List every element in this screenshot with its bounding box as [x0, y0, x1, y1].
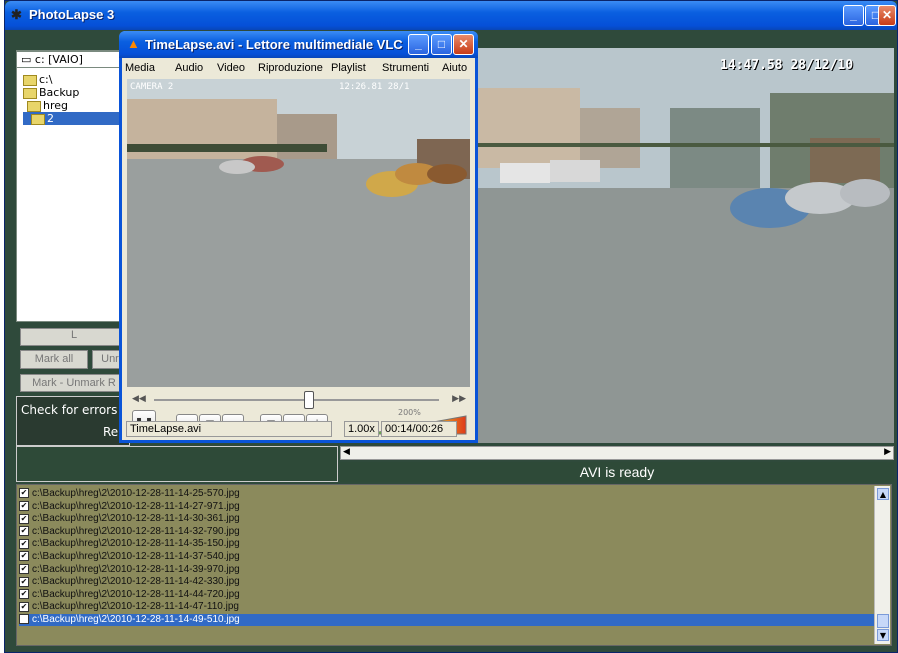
file-checkbox[interactable]: ✔ [19, 500, 29, 511]
drive-icon: ▭ [21, 53, 35, 66]
file-path: c:\Backup\hreg\2\2010-12-28-11-14-39-970… [32, 563, 240, 575]
folder-open-icon [31, 113, 45, 125]
menu-media[interactable]: Media [125, 62, 155, 74]
slower-icon[interactable]: ◀◀ [132, 394, 146, 404]
tree-item-hreg[interactable]: hreg [27, 99, 68, 112]
preview-scene [470, 48, 894, 443]
menu-riproduzione[interactable]: Riproduzione [258, 62, 323, 74]
vlc-speed[interactable]: 1.00x [344, 421, 379, 437]
file-list-item[interactable]: ✔ c:\Backup\hreg\2\2010-12-28-11-14-39-97… [19, 564, 240, 576]
file-checkbox[interactable]: ✔ [19, 589, 29, 600]
minimize-button[interactable]: _ [843, 5, 864, 26]
tree-item-backup[interactable]: Backup [23, 86, 79, 99]
vlc-status-bar: TimeLapse.avi 1.00x 00:14/00:26 [126, 421, 473, 438]
file-path: c:\Backup\hreg\2\2010-12-28-11-14-49-510… [32, 614, 240, 625]
file-path: c:\Backup\hreg\2\2010-12-28-11-14-30-361… [32, 513, 240, 525]
tree-item-root[interactable]: c:\ [23, 73, 52, 86]
seek-handle[interactable] [303, 391, 314, 409]
close-button[interactable]: ✕ [878, 5, 896, 26]
file-path: c:\Backup\hreg\2\2010-12-28-11-14-37-540… [32, 551, 240, 562]
mark-all-button[interactable]: Mark all [20, 350, 88, 369]
file-path: c:\Backup\hreg\2\2010-12-28-11-14-42-330… [32, 576, 240, 588]
menu-aiuto[interactable]: Aiuto [442, 62, 467, 74]
faster-icon[interactable]: ▶▶ [452, 394, 466, 404]
file-list-item[interactable]: ✔ c:\Backup\hreg\2\2010-12-28-11-14-49-51… [19, 614, 877, 626]
menu-audio[interactable]: Audio [175, 62, 203, 74]
file-list-item[interactable]: ✔ c:\Backup\hreg\2\2010-12-28-11-14-37-54… [19, 551, 240, 563]
vlc-minimize-button[interactable]: _ [408, 34, 429, 55]
file-checkbox[interactable]: ✔ [19, 576, 29, 587]
scroll-up-icon[interactable]: ▲ [877, 488, 889, 500]
vlc-overlay-time: 12:26.81 28/1 [339, 82, 410, 92]
file-list[interactable]: ✔ c:\Backup\hreg\2\2010-12-28-11-14-25-57… [16, 484, 892, 646]
file-list-item[interactable]: ✔ c:\Backup\hreg\2\2010-12-28-11-14-35-15… [19, 538, 240, 550]
seek-track[interactable] [154, 399, 439, 401]
scroll-right-icon[interactable]: ▶ [884, 447, 891, 457]
file-checkbox[interactable]: ✔ [19, 526, 29, 537]
file-checkbox[interactable]: ✔ [19, 563, 29, 574]
file-list-item[interactable]: ✔ c:\Backup\hreg\2\2010-12-28-11-14-32-79… [19, 526, 240, 538]
file-path: c:\Backup\hreg\2\2010-12-28-11-14-47-110… [32, 601, 239, 613]
photolapse-title-bar[interactable]: ✱ PhotoLapse 3 _ □ ✕ [5, 1, 897, 30]
folder-icon [23, 74, 37, 86]
load-button[interactable]: L [20, 328, 128, 346]
file-list-item[interactable]: ✔ c:\Backup\hreg\2\2010-12-28-11-14-27-97… [19, 501, 240, 513]
volume-label: 200% [398, 408, 421, 417]
re-label: Re [103, 425, 119, 439]
preview-video: 14:47.58 28/12/10 [470, 48, 894, 443]
file-checkbox[interactable]: ✔ [19, 551, 29, 562]
check-errors-label: Check for errors v [21, 403, 129, 417]
file-path: c:\Backup\hreg\2\2010-12-28-11-14-27-971… [32, 500, 240, 512]
status-text: AVI is ready [340, 462, 894, 482]
vlc-window: ▲ TimeLapse.avi - Lettore multimediale V… [119, 31, 478, 443]
file-checkbox[interactable]: ✔ [19, 538, 29, 549]
file-path: c:\Backup\hreg\2\2010-12-28-11-14-44-720… [32, 588, 240, 600]
menu-strumenti[interactable]: Strumenti [382, 62, 429, 74]
scroll-thumb[interactable] [877, 614, 889, 628]
vlc-menu-bar: Media Audio Video Riproduzione Playlist … [122, 58, 475, 77]
vlc-title: TimeLapse.avi - Lettore multimediale VLC [145, 37, 403, 52]
photolapse-title: PhotoLapse 3 [29, 7, 115, 22]
preview-timestamp: 14:47.58 28/12/10 [720, 58, 854, 73]
folder-icon [23, 87, 37, 99]
file-list-item[interactable]: ✔ c:\Backup\hreg\2\2010-12-28-11-14-47-11… [19, 601, 239, 613]
vlc-filename: TimeLapse.avi [126, 421, 332, 437]
check-errors-box: Check for errors v Re [16, 396, 130, 446]
vlc-title-bar[interactable]: ▲ TimeLapse.avi - Lettore multimediale V… [119, 31, 478, 58]
mark-unmark-button[interactable]: Mark - Unmark R [20, 374, 128, 392]
file-checkbox[interactable]: ✔ [19, 601, 29, 612]
vlc-video-area[interactable]: CAMERA 2 12:26.81 28/1 [127, 79, 470, 387]
folder-tree[interactable]: c:\ Backup hreg 2 [16, 50, 137, 322]
horizontal-scrollbar[interactable]: ◀ ▶ [340, 446, 894, 460]
vlc-overlay-camera: CAMERA 2 [130, 82, 174, 92]
file-list-item[interactable]: ✔ c:\Backup\hreg\2\2010-12-28-11-14-25-57… [19, 488, 240, 500]
file-list-item[interactable]: ✔ c:\Backup\hreg\2\2010-12-28-11-14-42-33… [19, 576, 240, 588]
file-path: c:\Backup\hreg\2\2010-12-28-11-14-32-790… [32, 525, 240, 537]
menu-playlist[interactable]: Playlist [331, 62, 366, 74]
vlc-cone-icon: ▲ [127, 36, 140, 51]
vlc-maximize-button[interactable]: □ [431, 34, 452, 55]
photolapse-app-icon: ✱ [11, 7, 22, 22]
folder-icon [27, 100, 41, 112]
vertical-scrollbar[interactable]: ▲ ▼ [874, 486, 890, 644]
file-list-item[interactable]: ✔ c:\Backup\hreg\2\2010-12-28-11-14-44-72… [19, 589, 240, 601]
file-list-item[interactable]: ✔ c:\Backup\hreg\2\2010-12-28-11-14-30-36… [19, 513, 240, 525]
file-path: c:\Backup\hreg\2\2010-12-28-11-14-25-570… [32, 488, 240, 499]
drive-select[interactable]: ▭ c: [VAIO] [16, 51, 130, 68]
file-checkbox[interactable]: ✔ [19, 614, 29, 625]
scroll-down-icon[interactable]: ▼ [877, 629, 889, 641]
vlc-time[interactable]: 00:14/00:26 [381, 421, 457, 437]
output-box [16, 446, 338, 482]
scroll-left-icon[interactable]: ◀ [343, 447, 350, 457]
vlc-scene [127, 79, 470, 387]
menu-video[interactable]: Video [217, 62, 245, 74]
vlc-close-button[interactable]: ✕ [453, 34, 474, 55]
vlc-seek-bar[interactable]: ◀◀ ▶▶ [130, 391, 470, 409]
file-checkbox[interactable]: ✔ [19, 488, 29, 499]
file-path: c:\Backup\hreg\2\2010-12-28-11-14-35-150… [32, 538, 240, 550]
file-checkbox[interactable]: ✔ [19, 513, 29, 524]
